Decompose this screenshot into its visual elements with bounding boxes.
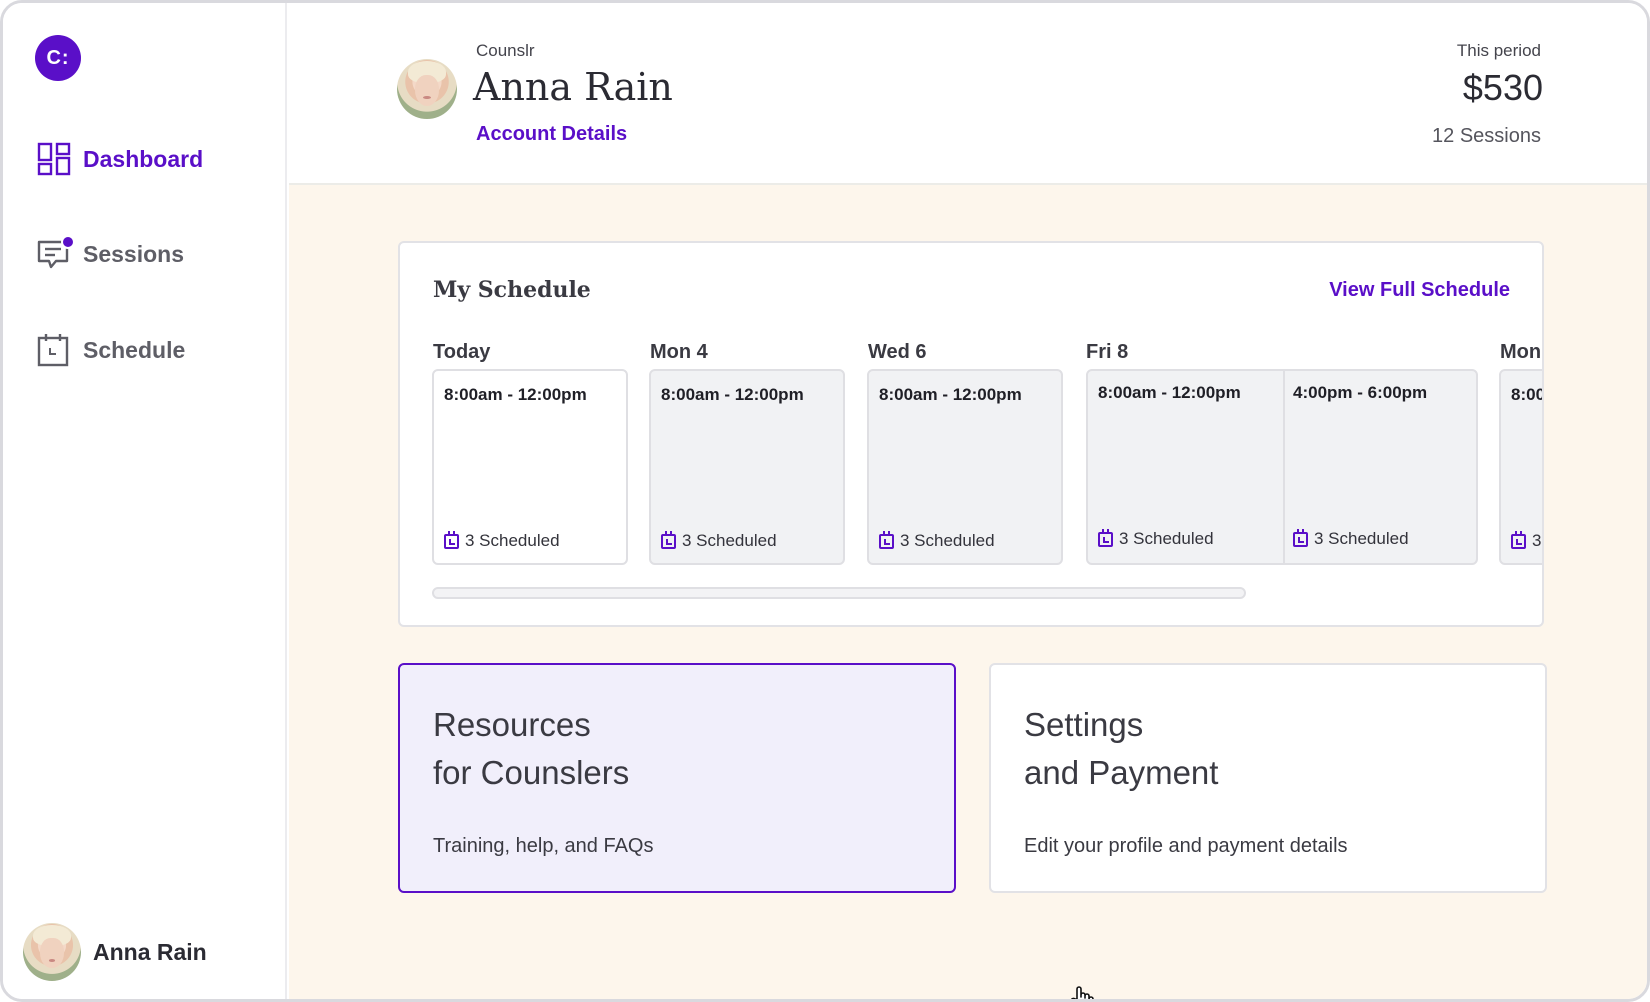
day-label: Mon	[1500, 341, 1542, 363]
period-label: This period	[1456, 41, 1541, 60]
slot-time: 8:00am - 12:00pm	[444, 385, 587, 404]
card-subtitle: Edit your profile and payment details	[1024, 835, 1348, 857]
calendar-icon	[1293, 528, 1308, 547]
user-name: Anna Rain	[93, 938, 207, 965]
slot-time: 8:00am - 12:00pm	[1511, 385, 1542, 404]
app-window: C: Dashboard Sessions Schedule Anna Rain…	[0, 0, 1650, 1002]
account-details-link[interactable]: Account Details	[476, 123, 627, 146]
schedule-slot[interactable]: 8:00am - 12:00pm 3 Scheduled	[432, 369, 628, 565]
calendar-icon	[1511, 530, 1526, 549]
schedule-slot[interactable]: 8:00am - 12:00pm 3 Scheduled	[649, 369, 845, 565]
calendar-icon	[1098, 528, 1113, 547]
sidebar: C: Dashboard Sessions Schedule Anna Rain	[3, 3, 287, 999]
slot-count: 3 Scheduled	[1511, 530, 1542, 551]
card-subtitle: Training, help, and FAQs	[433, 835, 654, 857]
slot-count: 3 Scheduled	[444, 530, 560, 551]
sessions-count: 12 Sessions	[1432, 125, 1541, 147]
hand-pointer-icon	[1071, 986, 1094, 999]
schedule-title: My Schedule	[433, 277, 591, 303]
slot-time: 4:00pm - 6:00pm	[1293, 383, 1428, 402]
avatar	[397, 59, 457, 119]
sidebar-item-dashboard[interactable]: Dashboard	[37, 139, 203, 179]
schedule-slot[interactable]: 8:00am - 12:00pm 3 Scheduled	[1088, 369, 1284, 565]
day-label: Wed 6	[868, 341, 927, 363]
calendar-icon	[661, 530, 676, 549]
sidebar-item-label: Dashboard	[83, 145, 204, 172]
app-logo[interactable]: C:	[35, 35, 81, 81]
slot-time: 8:00am - 12:00pm	[1098, 383, 1241, 402]
day-label: Mon 4	[650, 341, 708, 363]
sidebar-user-profile[interactable]: Anna Rain	[23, 923, 207, 981]
period-amount: $530	[1462, 67, 1543, 108]
sidebar-item-schedule[interactable]: Schedule	[37, 330, 185, 370]
view-full-schedule-link[interactable]: View Full Schedule	[1329, 279, 1510, 302]
slot-count: 3 Scheduled	[1293, 528, 1409, 549]
profile-header: Counslr Anna Rain Account Details This p…	[289, 3, 1647, 185]
day-label: Fri 8	[1086, 341, 1129, 363]
slot-count: 3 Scheduled	[879, 530, 995, 551]
schedule-scrollbar[interactable]	[432, 587, 1246, 599]
chat-icon	[37, 235, 75, 271]
calendar-icon	[879, 530, 894, 549]
slot-count: 3 Scheduled	[1098, 528, 1214, 549]
user-role: Counslr	[476, 41, 535, 60]
day-label: Today	[433, 341, 491, 363]
schedule-slot[interactable]: 4:00pm - 6:00pm 3 Scheduled	[1283, 369, 1479, 565]
dashboard-icon	[37, 142, 71, 176]
resources-card[interactable]: Resources for Counslers Training, help, …	[398, 663, 956, 893]
notification-badge	[61, 235, 75, 249]
calendar-icon	[37, 333, 71, 367]
schedule-slot[interactable]: 8:00am - 12:00pm 3 Scheduled	[1499, 369, 1542, 565]
schedule-slot[interactable]: 8:00am - 12:00pm 3 Scheduled	[867, 369, 1063, 565]
slot-count: 3 Scheduled	[661, 530, 777, 551]
slot-time: 8:00am - 12:00pm	[879, 385, 1022, 404]
schedule-slot-group: 8:00am - 12:00pm 3 Scheduled 4:00pm - 6:…	[1086, 369, 1478, 565]
avatar	[23, 923, 81, 981]
slot-time: 8:00am - 12:00pm	[661, 385, 804, 404]
main-content: My Schedule View Full Schedule Today 8:0…	[289, 185, 1647, 999]
sidebar-item-sessions[interactable]: Sessions	[37, 234, 184, 274]
calendar-icon	[444, 530, 459, 549]
sidebar-item-label: Sessions	[83, 240, 184, 267]
settings-card[interactable]: Settings and Payment Edit your profile a…	[989, 663, 1547, 893]
card-title: Resources for Counslers	[433, 706, 630, 791]
page-title: Anna Rain	[473, 65, 673, 109]
card-title: Settings and Payment	[1024, 706, 1219, 791]
schedule-card: My Schedule View Full Schedule Today 8:0…	[398, 241, 1544, 627]
sidebar-item-label: Schedule	[83, 336, 186, 363]
